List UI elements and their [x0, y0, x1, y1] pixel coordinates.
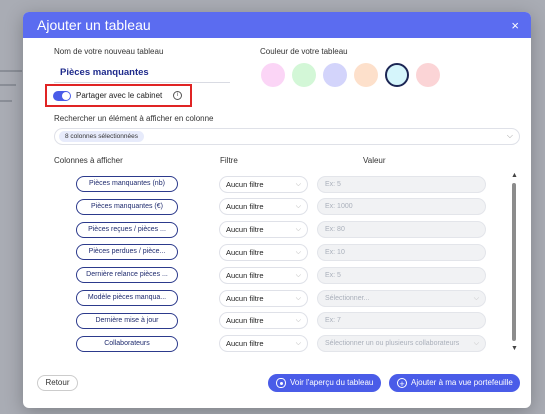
- selected-columns-chip: 8 colonnes sélectionnées: [59, 131, 144, 142]
- filter-select[interactable]: Aucun filtre ⌵: [219, 266, 308, 284]
- color-swatch[interactable]: [354, 63, 378, 87]
- color-swatch[interactable]: [416, 63, 440, 87]
- filter-select-value: Aucun filtre: [226, 339, 264, 349]
- value-input[interactable]: Ex: 7: [317, 312, 486, 330]
- column-name-chip[interactable]: Modèle pièces manqua...: [76, 290, 178, 306]
- dialog-title: Ajouter un tableau: [37, 17, 151, 33]
- value-input[interactable]: Ex: 1000: [317, 198, 486, 216]
- color-swatch[interactable]: [385, 63, 409, 87]
- filter-header: Filtre: [220, 156, 238, 165]
- column-name-chip[interactable]: Pièces reçues / pièces ...: [76, 221, 178, 238]
- table-name-input[interactable]: Pièces manquantes: [60, 67, 149, 78]
- value-input[interactable]: Ex: 80: [317, 221, 486, 239]
- chevron-down-icon: ⌵: [295, 340, 301, 348]
- eye-icon: [276, 378, 286, 388]
- filter-select[interactable]: Aucun filtre ⌵: [219, 335, 308, 353]
- value-placeholder: Ex: 5: [325, 180, 341, 188]
- share-toggle[interactable]: [53, 91, 71, 101]
- chevron-down-icon: ⌵: [473, 294, 479, 302]
- scroll-down-arrow[interactable]: ▼: [511, 345, 518, 352]
- column-name-chip[interactable]: Pièces manquantes (nb): [76, 176, 178, 192]
- columns-header: Colonnes à afficher: [54, 156, 123, 165]
- value-placeholder: Ex: 5: [325, 271, 341, 279]
- value-input[interactable]: Ex: 5: [317, 175, 486, 193]
- filter-select-value: Aucun filtre: [226, 293, 264, 303]
- column-name-chip[interactable]: Dernière mise à jour: [76, 312, 178, 329]
- value-input[interactable]: Ex: 10: [317, 243, 486, 261]
- chevron-down-icon: ⌵: [295, 226, 301, 234]
- chevron-down-icon: ⌵: [295, 203, 301, 211]
- column-search-label: Rechercher un élément à afficher en colo…: [54, 114, 214, 123]
- filter-select[interactable]: Aucun filtre ⌵: [219, 221, 308, 239]
- value-placeholder: Ex: 1000: [325, 203, 353, 211]
- chevron-down-icon: ⌵: [295, 271, 301, 279]
- preview-button[interactable]: Voir l'aperçu du tableau: [268, 374, 381, 392]
- chevron-down-icon: ⌵: [295, 180, 301, 188]
- scrollbar-thumb[interactable]: [512, 183, 516, 341]
- filter-select-value: Aucun filtre: [226, 270, 264, 280]
- chevron-down-icon[interactable]: ⌵: [507, 131, 513, 141]
- filter-select-value: Aucun filtre: [226, 179, 264, 189]
- info-icon[interactable]: i: [173, 91, 182, 100]
- value-placeholder: Ex: 80: [325, 226, 345, 234]
- color-swatch[interactable]: [261, 63, 285, 87]
- preview-label: Voir l'aperçu du tableau: [290, 378, 374, 387]
- column-name-chip[interactable]: Dernière relance pièces ...: [76, 267, 178, 284]
- add-to-portfolio-button[interactable]: + Ajouter à ma vue portefeuille: [389, 374, 520, 392]
- toggle-knob: [62, 92, 70, 100]
- column-name-chip[interactable]: Pièces perdues / pièce...: [76, 244, 178, 261]
- chevron-down-icon: ⌵: [295, 294, 301, 302]
- filter-select[interactable]: Aucun filtre ⌵: [219, 289, 308, 307]
- value-placeholder: Ex: 7: [325, 317, 341, 325]
- filter-select[interactable]: Aucun filtre ⌵: [219, 198, 308, 216]
- table-name-underline: [54, 82, 230, 83]
- filter-select-value: Aucun filtre: [226, 225, 264, 235]
- value-select[interactable]: Sélectionner... ⌵: [317, 289, 486, 307]
- filter-select[interactable]: Aucun filtre ⌵: [219, 175, 308, 193]
- close-icon[interactable]: ×: [511, 18, 519, 33]
- table-name-label: Nom de votre nouveau tableau: [54, 47, 164, 56]
- chevron-down-icon: ⌵: [295, 317, 301, 325]
- add-table-dialog: Ajouter un tableau × Nom de votre nouvea…: [23, 12, 531, 408]
- color-swatch[interactable]: [323, 63, 347, 87]
- filter-select[interactable]: Aucun filtre ⌵: [219, 243, 308, 261]
- share-label: Partager avec le cabinet: [76, 91, 163, 100]
- value-header: Valeur: [363, 156, 386, 165]
- dialog-header: Ajouter un tableau ×: [23, 12, 531, 38]
- scroll-up-arrow[interactable]: ▲: [511, 172, 518, 179]
- add-label: Ajouter à ma vue portefeuille: [411, 378, 513, 387]
- back-button[interactable]: Retour: [37, 375, 78, 391]
- filter-select-value: Aucun filtre: [226, 247, 264, 257]
- filter-select-value: Aucun filtre: [226, 202, 264, 212]
- filter-select[interactable]: Aucun filtre ⌵: [219, 312, 308, 330]
- color-swatch[interactable]: [292, 63, 316, 87]
- value-placeholder: Sélectionner un ou plusieurs collaborate…: [325, 340, 460, 348]
- plus-icon: +: [397, 378, 407, 389]
- value-select[interactable]: Sélectionner un ou plusieurs collaborate…: [317, 335, 486, 353]
- column-search-input[interactable]: 8 colonnes sélectionnées ⌵: [54, 128, 520, 145]
- chevron-down-icon: ⌵: [473, 340, 479, 348]
- column-name-chip[interactable]: Collaborateurs: [76, 335, 178, 352]
- value-placeholder: Sélectionner...: [325, 294, 370, 302]
- chevron-down-icon: ⌵: [295, 248, 301, 256]
- column-name-chip[interactable]: Pièces manquantes (€): [76, 198, 178, 215]
- filter-select-value: Aucun filtre: [226, 316, 264, 326]
- table-color-label: Couleur de votre tableau: [260, 47, 348, 56]
- value-input[interactable]: Ex: 5: [317, 266, 486, 284]
- value-placeholder: Ex: 10: [325, 248, 345, 256]
